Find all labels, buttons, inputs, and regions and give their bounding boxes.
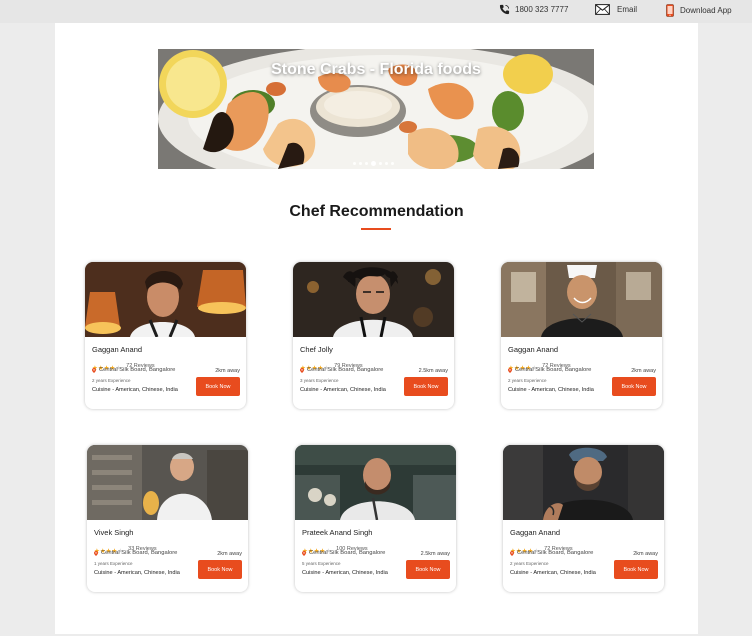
carousel-dot[interactable] (385, 162, 388, 165)
download-app-link[interactable]: Download App (666, 4, 732, 17)
phone-number: 1800 323 7777 (515, 5, 569, 14)
location-text: Central Silk Board, Bangalore (101, 550, 178, 556)
distance: 2km away (631, 368, 656, 374)
location-text: Central Silk Board, Bangalore (515, 367, 592, 373)
distance: 2.5km away (418, 368, 448, 374)
chef-photo-image (501, 262, 662, 337)
chef-location: Central Silk Board, Bangalore (302, 550, 385, 556)
location-pin-icon (300, 367, 304, 373)
chef-photo-image (295, 445, 456, 520)
carousel-dot[interactable] (379, 162, 382, 165)
location-pin-icon (92, 367, 96, 373)
chef-location: Central Silk Board, Bangalore (300, 367, 383, 373)
top-bar: 1800 323 7777 Email Download App (0, 0, 752, 23)
chef-name: Gaggan Anand (510, 528, 561, 537)
chef-photo-image (503, 445, 664, 520)
distance: 2km away (633, 551, 658, 557)
chef-photo-image (85, 262, 246, 337)
title-underline (361, 228, 391, 230)
distance: 2km away (215, 368, 240, 374)
experience: 2 years Experience (508, 378, 547, 383)
experience: 2 years Experience (510, 561, 549, 566)
chef-name: Gaggan Anand (508, 345, 559, 354)
book-now-button[interactable]: Book Now (614, 560, 658, 579)
experience: 2 years Experience (92, 378, 131, 383)
section-title: Chef Recommendation (289, 203, 464, 220)
book-now-button[interactable]: Book Now (404, 377, 448, 396)
chef-name: Vivek Singh (94, 528, 134, 537)
hero-carousel[interactable]: Stone Crabs - Florida foods (158, 49, 594, 169)
phone-icon (499, 4, 510, 15)
mail-icon (595, 4, 610, 15)
chef-location: Central Silk Board, Bangalore (94, 550, 177, 556)
book-now-button[interactable]: Book Now (198, 560, 242, 579)
chef-photo-image (293, 262, 454, 337)
email-link[interactable]: Email (595, 4, 637, 15)
chef-photo (293, 262, 454, 337)
location-text: Central Silk Board, Bangalore (517, 550, 594, 556)
location-text: Central Silk Board, Bangalore (309, 550, 386, 556)
location-pin-icon (94, 550, 98, 556)
carousel-dot[interactable] (391, 162, 394, 165)
chef-location: Central Silk Board, Bangalore (92, 367, 175, 373)
cuisine: Cuisine - American, Chinese, India (94, 570, 180, 576)
carousel-dot[interactable] (365, 162, 368, 165)
distance: 2.5km away (420, 551, 450, 557)
chef-location: Central Silk Board, Bangalore (508, 367, 591, 373)
distance: 2km away (217, 551, 242, 557)
location-text: Central Silk Board, Bangalore (307, 367, 384, 373)
location-pin-icon (508, 367, 512, 373)
chef-photo (87, 445, 248, 520)
chef-card[interactable]: Vivek Singh ★★★★★33 Reviews Central Silk… (87, 445, 248, 592)
experience: 5 years Experience (302, 561, 341, 566)
cuisine: Cuisine - American, Chinese, India (302, 570, 388, 576)
chef-photo (501, 262, 662, 337)
chef-card[interactable]: Prateek Anand Singh ★★★★★100 Reviews Cen… (295, 445, 456, 592)
location-pin-icon (302, 550, 306, 556)
chef-card[interactable]: Chef Jolly ★★★★★79 Reviews Central Silk … (293, 262, 454, 409)
chef-photo-image (87, 445, 248, 520)
mobile-phone-icon (666, 4, 674, 17)
carousel-dot[interactable] (359, 162, 362, 165)
chef-name: Chef Jolly (300, 345, 333, 354)
chef-photo (295, 445, 456, 520)
location-pin-icon (510, 550, 514, 556)
main-content: Stone Crabs - Florida foods Chef Recomme… (55, 23, 698, 634)
cuisine: Cuisine - American, Chinese, India (300, 387, 386, 393)
carousel-dot[interactable] (371, 161, 376, 166)
chef-card[interactable]: Gaggan Anand ★★★★★72 Reviews Central Sil… (85, 262, 246, 409)
chef-card[interactable]: Gaggan Anand ★★★★★72 Reviews Central Sil… (501, 262, 662, 409)
experience: 1 years Experience (94, 561, 133, 566)
banner-title: Stone Crabs - Florida foods (271, 61, 481, 78)
phone-link[interactable]: 1800 323 7777 (499, 4, 568, 15)
chef-location: Central Silk Board, Bangalore (510, 550, 593, 556)
email-label: Email (617, 5, 638, 14)
location-text: Central Silk Board, Bangalore (99, 367, 176, 373)
book-now-button[interactable]: Book Now (406, 560, 450, 579)
chef-photo (503, 445, 664, 520)
cuisine: Cuisine - American, Chinese, India (508, 387, 594, 393)
chef-card[interactable]: Gaggan Anand ★★★★★72 Reviews Central Sil… (503, 445, 664, 592)
carousel-dot[interactable] (353, 162, 356, 165)
experience: 3 years Experience (300, 378, 339, 383)
cuisine: Cuisine - American, Chinese, India (510, 570, 596, 576)
carousel-dots[interactable] (353, 161, 394, 166)
chef-photo (85, 262, 246, 337)
book-now-button[interactable]: Book Now (612, 377, 656, 396)
chef-name: Prateek Anand Singh (302, 528, 373, 537)
book-now-button[interactable]: Book Now (196, 377, 240, 396)
download-app-label: Download App (680, 6, 732, 15)
chef-name: Gaggan Anand (92, 345, 143, 354)
cuisine: Cuisine - American, Chinese, India (92, 387, 178, 393)
